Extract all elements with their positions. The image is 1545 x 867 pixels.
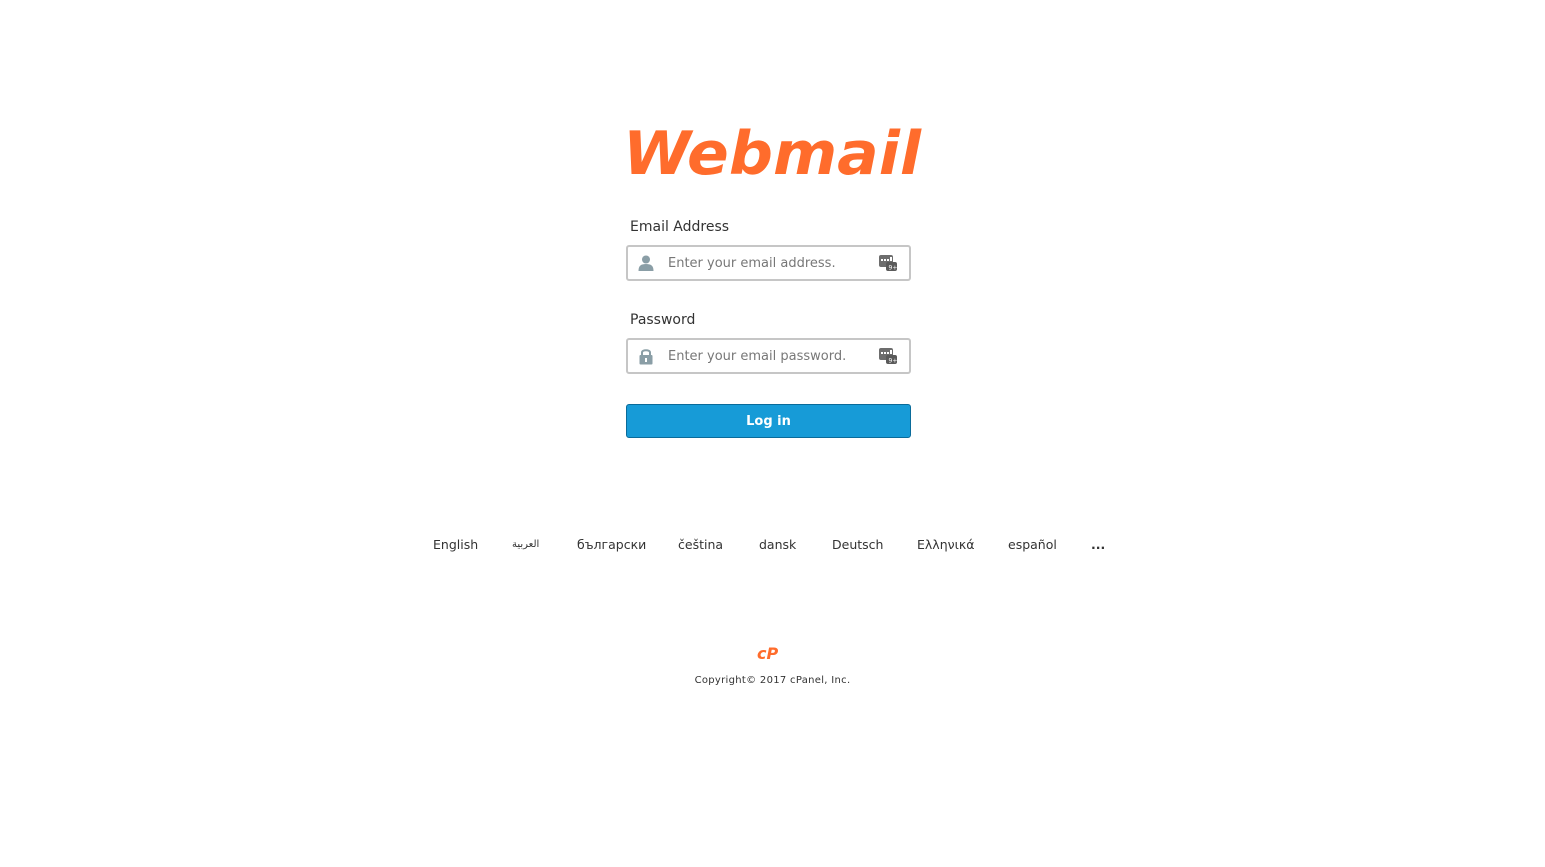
language-link-danish[interactable]: dansk <box>759 537 796 552</box>
cpanel-logo-text: cP <box>757 644 778 662</box>
email-label: Email Address <box>630 219 730 235</box>
email-field-container[interactable]: 9+ <box>626 245 911 281</box>
language-link-bulgarian[interactable]: български <box>577 537 646 552</box>
copyright-text: Copyright© 2017 cPanel, Inc. <box>694 675 851 686</box>
user-icon <box>638 255 654 271</box>
virtual-keyboard-icon[interactable]: 9+ <box>879 347 897 365</box>
language-link-german[interactable]: Deutsch <box>832 537 883 552</box>
language-link-english[interactable]: English <box>433 537 478 552</box>
svg-text:9+: 9+ <box>889 265 898 272</box>
webmail-logo-graphic: Webmail <box>623 124 922 182</box>
more-languages-button[interactable]: ... <box>1091 537 1105 552</box>
language-link-arabic[interactable]: العربية <box>512 539 539 550</box>
cpanel-logo: cP <box>757 644 778 662</box>
webmail-logo: Webmail <box>619 124 925 182</box>
language-selector: English العربية български čeština dansk … <box>0 537 1545 557</box>
lock-icon <box>639 349 653 365</box>
language-link-spanish[interactable]: español <box>1008 537 1057 552</box>
email-input[interactable] <box>668 252 868 274</box>
password-label: Password <box>630 312 696 328</box>
svg-text:9+: 9+ <box>889 358 898 365</box>
password-field-container[interactable]: 9+ <box>626 338 911 374</box>
webmail-logo-text: Webmail <box>623 124 922 182</box>
virtual-keyboard-icon[interactable]: 9+ <box>879 254 897 272</box>
password-input[interactable] <box>668 345 868 367</box>
login-button[interactable]: Log in <box>626 404 911 438</box>
language-link-greek[interactable]: Ελληνικά <box>917 537 974 552</box>
language-link-czech[interactable]: čeština <box>678 537 723 552</box>
